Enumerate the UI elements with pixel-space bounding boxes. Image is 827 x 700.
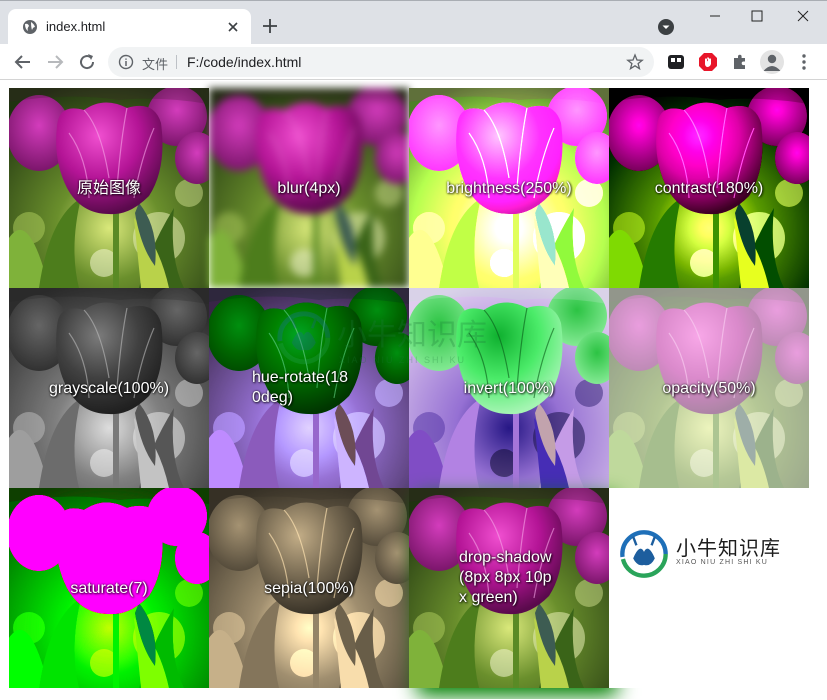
filter-cell: brightness(250%) — [409, 88, 609, 288]
empty-cell — [609, 488, 809, 688]
scheme-label: 文件 — [142, 57, 169, 72]
filter-cell: sepia(100%) — [209, 488, 409, 688]
adblock-extension-icon[interactable] — [698, 52, 718, 72]
filter-caption: blur(4px) — [277, 180, 341, 197]
person-icon — [763, 54, 781, 71]
close-window-icon[interactable] — [780, 1, 826, 31]
address-bar[interactable]: 文件 F:/code/index.html — [108, 47, 654, 77]
tab-title: index.html — [46, 19, 106, 34]
extensions-puzzle-icon[interactable] — [730, 52, 750, 72]
filter-caption: brightness(250%) — [446, 180, 572, 197]
bookmark-star-icon[interactable] — [626, 53, 644, 71]
filter-cell: 原始图像 — [9, 88, 209, 288]
filter-caption: grayscale(100%) — [48, 380, 170, 397]
site-logo: 小牛知识库 XIAO NIU ZHI SHI KU — [618, 526, 788, 582]
filter-caption: invert(100%) — [463, 380, 555, 397]
filter-caption: drop-shadow(8px 8px 10px green) — [459, 549, 552, 606]
browser-tab[interactable]: index.html — [8, 9, 251, 45]
maximize-icon[interactable] — [734, 1, 780, 31]
filter-cell: opacity(50%) — [609, 288, 809, 488]
profile-avatar[interactable] — [760, 50, 784, 74]
tab-search-icon[interactable] — [656, 17, 676, 37]
filter-cell: saturate(7) — [9, 488, 209, 688]
media-extension-icon[interactable] — [666, 52, 686, 72]
globe-icon — [23, 20, 37, 34]
logo-title: 小牛知识库 — [676, 536, 781, 560]
filter-caption: 原始图像 — [76, 180, 141, 197]
filter-cell: contrast(180%) — [609, 88, 809, 288]
menu-dots-icon[interactable] — [794, 52, 814, 72]
filter-cell: invert(100%) — [409, 288, 609, 488]
toolbar: 文件 F:/code/index.html — [0, 44, 827, 80]
filter-cell: grayscale(100%) — [9, 288, 209, 488]
filter-caption: sepia(100%) — [264, 580, 354, 597]
filter-grid: 原始图像 blur(4px) brightness(250%) contrast… — [9, 88, 809, 688]
reload-icon[interactable] — [74, 49, 100, 75]
filter-caption: saturate(7) — [70, 580, 148, 597]
filter-caption: contrast(180%) — [654, 180, 764, 197]
filter-caption: opacity(50%) — [662, 380, 756, 397]
logo-icon — [618, 528, 670, 580]
url-text[interactable]: F:/code/index.html — [187, 54, 301, 70]
filter-cell: drop-shadow(8px 8px 10px green) — [409, 488, 609, 688]
close-tab-icon[interactable] — [224, 18, 242, 36]
logo-subtitle: XIAO NIU ZHI SHI KU — [676, 559, 769, 566]
minimize-icon[interactable] — [692, 1, 738, 31]
page-viewport: 原始图像 blur(4px) brightness(250%) contrast… — [1, 81, 826, 699]
title-bar: index.html — [0, 0, 827, 45]
filter-cell: blur(4px) — [209, 88, 409, 288]
filter-caption: hue-rotate(180deg) — [252, 369, 349, 406]
omnibox-divider — [176, 55, 177, 69]
new-tab-icon[interactable] — [259, 15, 281, 37]
forward-arrow-icon[interactable] — [42, 49, 68, 75]
filter-cell: hue-rotate(180deg) — [209, 288, 409, 488]
info-icon[interactable] — [118, 54, 134, 70]
back-arrow-icon[interactable] — [10, 49, 36, 75]
